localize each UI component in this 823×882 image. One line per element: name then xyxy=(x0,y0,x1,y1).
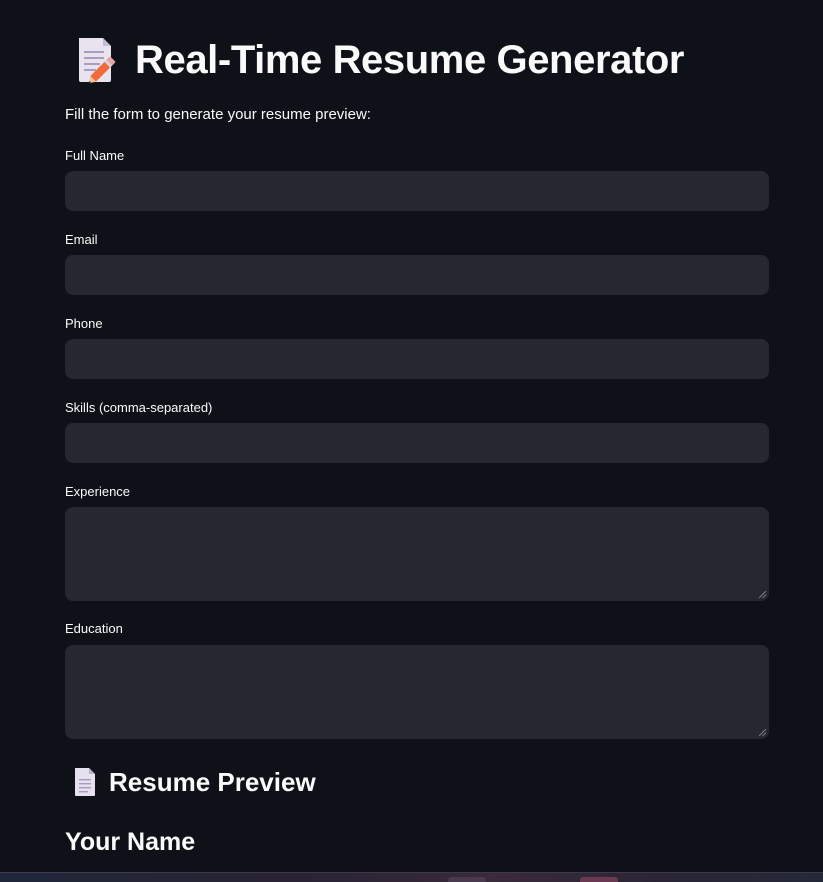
page-title-text: Real-Time Resume Generator xyxy=(135,37,685,82)
taskbar-tab[interactable] xyxy=(580,877,618,882)
taskbar-strip xyxy=(0,872,823,882)
memo-pencil-icon xyxy=(75,35,119,85)
resize-grip-icon[interactable] xyxy=(759,591,766,598)
page-icon xyxy=(73,767,97,797)
taskbar-tab[interactable] xyxy=(448,877,486,882)
email-label: Email xyxy=(65,232,98,247)
app-window: Real-Time Resume Generator Fill the form… xyxy=(0,0,823,882)
experience-textarea[interactable] xyxy=(65,507,769,601)
education-label: Education xyxy=(65,621,123,636)
resume-preview-title: Resume Preview xyxy=(109,766,316,797)
full-name-input[interactable] xyxy=(65,171,769,211)
form-instructions: Fill the form to generate your resume pr… xyxy=(65,106,371,123)
full-name-label: Full Name xyxy=(65,148,125,163)
phone-label: Phone xyxy=(65,316,103,331)
resize-grip-icon[interactable] xyxy=(759,729,766,736)
preview-name: Your Name xyxy=(65,828,196,856)
resume-preview-heading: Resume Preview xyxy=(73,764,316,800)
skills-label: Skills (comma-separated) xyxy=(65,400,213,415)
page-title: Real-Time Resume Generator xyxy=(75,34,684,86)
experience-label: Experience xyxy=(65,484,131,499)
education-textarea[interactable] xyxy=(65,645,769,739)
skills-input[interactable] xyxy=(65,423,769,463)
email-input[interactable] xyxy=(65,255,769,295)
phone-input[interactable] xyxy=(65,339,769,379)
